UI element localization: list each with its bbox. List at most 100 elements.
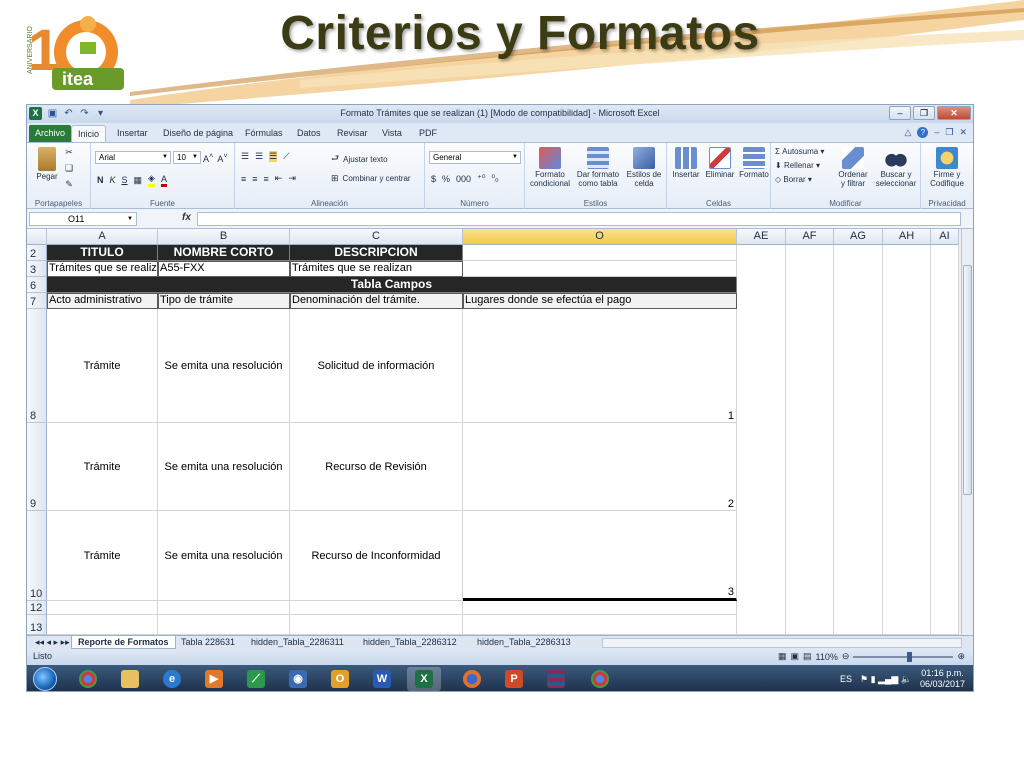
increase-decimal-icon[interactable]: ⁺⁰ — [477, 173, 485, 184]
cell-b10[interactable]: Se emita una resolución — [158, 511, 290, 601]
cell-c13[interactable] — [290, 615, 463, 635]
cell-styles-button[interactable]: Estilos de celda — [623, 147, 665, 188]
taskbar-powerpoint-icon[interactable]: P — [497, 667, 531, 691]
cell-a8[interactable]: Trámite — [47, 309, 158, 423]
zoom-in-icon[interactable]: ⊕ — [957, 651, 965, 662]
cell-a13[interactable] — [47, 615, 158, 635]
cell-a2[interactable]: TITULO — [47, 245, 158, 261]
underline-icon[interactable]: S — [122, 175, 128, 185]
row-header-10[interactable]: 10 — [27, 511, 47, 601]
font-size-select[interactable]: 10 ▼ — [173, 151, 201, 164]
cell-o3[interactable] — [463, 261, 737, 277]
taskbar-ie-icon[interactable]: e — [155, 667, 189, 691]
cell-o13[interactable] — [463, 615, 737, 635]
row-header-2[interactable]: 2 — [27, 245, 47, 261]
sheet-tab-hidden-3[interactable]: hidden_Tabla_2286313 — [471, 636, 577, 649]
grow-font-icon[interactable]: A˄ — [203, 151, 213, 164]
italic-icon[interactable]: K — [110, 175, 116, 185]
zoom-slider-knob[interactable] — [907, 651, 913, 662]
cell-b3[interactable]: A55-FXX — [158, 261, 290, 277]
taskbar-stocks-icon[interactable]: ⟋ — [239, 667, 273, 691]
find-select-button[interactable]: Buscar y seleccionar — [873, 147, 919, 188]
collapse-ribbon-icon[interactable]: △ — [904, 127, 911, 138]
name-box[interactable]: O11 ▼ — [29, 212, 137, 226]
taskbar-explorer-icon[interactable] — [113, 667, 147, 691]
wrap-text-button[interactable]: ⮐ Ajustar texto — [331, 151, 388, 167]
align-top-icon[interactable]: ☰ — [241, 151, 249, 162]
taskbar-chrome2-icon[interactable] — [583, 667, 617, 691]
col-header-ae[interactable]: AE — [737, 229, 786, 245]
normal-view-icon[interactable]: ▦ — [778, 651, 787, 662]
fx-icon[interactable]: fx — [182, 212, 191, 223]
clock[interactable]: 01:16 p.m. 06/03/2017 — [920, 668, 965, 690]
autosum-button[interactable]: Σ Autosuma ▾ — [775, 147, 824, 156]
taskbar-chrome-icon[interactable] — [71, 667, 105, 691]
cell-o12[interactable] — [463, 601, 737, 615]
cell-c9[interactable]: Recurso de Revisión — [290, 423, 463, 511]
doc-restore-icon[interactable]: ❐ — [945, 127, 953, 138]
font-name-select[interactable]: Arial ▼ — [95, 151, 171, 164]
restore-button[interactable]: ❐ — [913, 106, 935, 120]
col-af-cells[interactable] — [786, 245, 834, 635]
align-bottom-icon[interactable]: ☰ — [269, 151, 278, 162]
align-left-icon[interactable]: ≡ — [241, 174, 246, 184]
cell-b13[interactable] — [158, 615, 290, 635]
cell-a3[interactable]: Trámites que se realizan — [47, 261, 158, 277]
paste-button[interactable]: Pegar — [33, 147, 61, 181]
sheet-tab-tabla[interactable]: Tabla 228631 — [175, 636, 241, 649]
vertical-scroll-thumb[interactable] — [963, 265, 972, 495]
col-ae-cells[interactable] — [737, 245, 786, 635]
col-header-af[interactable]: AF — [786, 229, 834, 245]
cell-c7[interactable]: Denominación del trámite. — [290, 293, 463, 309]
borders-icon[interactable]: ▦ — [134, 175, 143, 186]
vertical-scrollbar[interactable] — [961, 229, 973, 635]
sheet-tab-hidden-1[interactable]: hidden_Tabla_2286311 — [245, 636, 350, 649]
sheet-tab-hidden-2[interactable]: hidden_Tabla_2286312 — [357, 636, 463, 649]
format-cells-button[interactable]: Formato — [737, 147, 771, 179]
bold-icon[interactable]: N — [97, 175, 104, 185]
col-header-a[interactable]: A — [47, 229, 158, 245]
cell-a9[interactable]: Trámite — [47, 423, 158, 511]
formula-input[interactable] — [197, 212, 961, 226]
sign-encrypt-button[interactable]: Firme y Codifique — [923, 147, 971, 188]
format-painter-icon[interactable]: ✎ — [65, 179, 73, 190]
insert-cells-button[interactable]: Insertar — [669, 147, 703, 179]
cut-icon[interactable]: ✂ — [65, 147, 73, 158]
taskbar-word-icon[interactable]: W — [365, 667, 399, 691]
cell-b8[interactable]: Se emita una resolución — [158, 309, 290, 423]
col-header-o[interactable]: O — [463, 229, 737, 245]
fill-button[interactable]: ⬇ Rellenar ▾ — [775, 161, 820, 170]
row-header-7[interactable]: 7 — [27, 293, 47, 309]
row-header-9[interactable]: 9 — [27, 423, 47, 511]
taskbar-media-icon[interactable]: ▶ — [197, 667, 231, 691]
col-header-ag[interactable]: AG — [834, 229, 883, 245]
cell-b12[interactable] — [158, 601, 290, 615]
cell-o10[interactable]: 3 — [463, 511, 737, 601]
cell-o7[interactable]: Lugares donde se efectúa el pago — [463, 293, 737, 309]
cell-o2[interactable] — [463, 245, 737, 261]
row-header-3[interactable]: 3 — [27, 261, 47, 277]
tab-revisar[interactable]: Revisar — [331, 125, 374, 142]
row-header-8[interactable]: 8 — [27, 309, 47, 423]
cell-a10[interactable]: Trámite — [47, 511, 158, 601]
cell-o9[interactable]: 2 — [463, 423, 737, 511]
cell-b9[interactable]: Se emita una resolución — [158, 423, 290, 511]
row-header-12[interactable]: 12 — [27, 601, 47, 615]
cell-c3[interactable]: Trámites que se realizan — [290, 261, 463, 277]
cell-o8[interactable]: 1 — [463, 309, 737, 423]
tray-icons[interactable]: ⚑ ▮ ▂▄▆ 🔈 — [860, 674, 912, 685]
row-header-6[interactable]: 6 — [27, 277, 47, 293]
merge-center-button[interactable]: ⊞ Combinar y centrar — [331, 173, 411, 184]
percent-icon[interactable]: % — [442, 174, 450, 184]
align-center-icon[interactable]: ≡ — [252, 174, 257, 184]
decrease-decimal-icon[interactable]: ⁰₀ — [491, 173, 498, 184]
copy-icon[interactable]: ❏ — [65, 163, 73, 174]
select-all-corner[interactable] — [27, 229, 47, 245]
close-button[interactable]: ✕ — [937, 106, 971, 120]
delete-cells-button[interactable]: Eliminar — [703, 147, 737, 179]
cell-b2[interactable]: NOMBRE CORTO — [158, 245, 290, 261]
col-header-c[interactable]: C — [290, 229, 463, 245]
doc-minimize-icon[interactable]: – — [934, 127, 939, 138]
taskbar-firefox-icon[interactable] — [455, 667, 489, 691]
col-header-ah[interactable]: AH — [883, 229, 931, 245]
